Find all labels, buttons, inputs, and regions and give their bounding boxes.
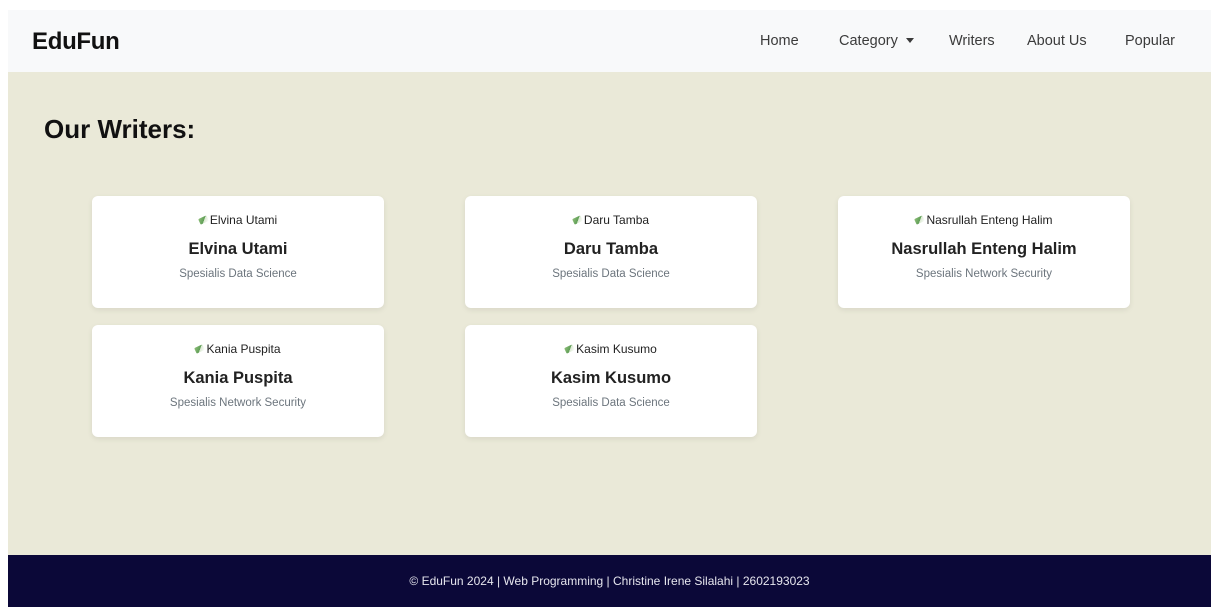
page-title: Our Writers: (44, 114, 196, 144)
page: EduFun Home Category Writers About Us Po… (8, 10, 1211, 607)
writer-name: Kasim Kusumo (550, 369, 672, 387)
broken-image-icon (195, 345, 205, 353)
navbar: EduFun Home Category Writers About Us Po… (8, 10, 1211, 72)
writer-card[interactable]: Daru Tamba Daru Tamba Spesialis Data Sci… (465, 196, 757, 308)
nav-category-dropdown[interactable]: Category (839, 33, 914, 49)
writer-photo-alt: Kania Puspita (206, 342, 281, 356)
writer-name: Nasrullah Enteng Halim (891, 240, 1077, 258)
nav-category-label: Category (839, 33, 898, 49)
writer-specialty: Spesialis Data Science (179, 268, 297, 280)
writer-photo-alt: Elvina Utami (209, 213, 278, 227)
broken-image-icon (565, 345, 575, 353)
writer-name: Kania Puspita (183, 369, 293, 387)
writer-specialty: Spesialis Network Security (169, 397, 307, 409)
nav-home-link[interactable]: Home (760, 33, 799, 49)
nav-popular-link[interactable]: Popular (1125, 33, 1175, 49)
writer-photo: Kania Puspita (92, 341, 384, 357)
writer-name: Elvina Utami (188, 240, 288, 258)
writer-specialty: Spesialis Network Security (915, 268, 1053, 280)
brand-logo[interactable]: EduFun (32, 28, 120, 56)
chevron-down-icon (905, 37, 914, 43)
nav-writers-link[interactable]: Writers (949, 33, 995, 49)
writer-photo-alt: Nasrullah Enteng Halim (926, 213, 1053, 227)
writer-name: Daru Tamba (563, 240, 659, 258)
writer-card[interactable]: Kania Puspita Kania Puspita Spesialis Ne… (92, 325, 384, 437)
broken-image-icon (573, 216, 583, 224)
writer-specialty: Spesialis Data Science (552, 397, 670, 409)
broken-image-icon (199, 216, 209, 224)
writer-card[interactable]: Elvina Utami Elvina Utami Spesialis Data… (92, 196, 384, 308)
writer-card[interactable]: Nasrullah Enteng Halim Nasrullah Enteng … (838, 196, 1130, 308)
writer-photo-alt: Kasim Kusumo (576, 342, 657, 356)
footer-text: © EduFun 2024 | Web Programming | Christ… (409, 574, 810, 588)
broken-image-icon (915, 216, 925, 224)
writer-photo: Kasim Kusumo (465, 341, 757, 357)
writer-photo: Nasrullah Enteng Halim (838, 212, 1130, 228)
writer-card[interactable]: Kasim Kusumo Kasim Kusumo Spesialis Data… (465, 325, 757, 437)
nav-about-link[interactable]: About Us (1027, 33, 1087, 49)
footer: © EduFun 2024 | Web Programming | Christ… (8, 555, 1211, 607)
writer-photo: Elvina Utami (92, 212, 384, 228)
writer-specialty: Spesialis Data Science (552, 268, 670, 280)
writer-photo: Daru Tamba (465, 212, 757, 228)
writer-photo-alt: Daru Tamba (583, 213, 650, 227)
